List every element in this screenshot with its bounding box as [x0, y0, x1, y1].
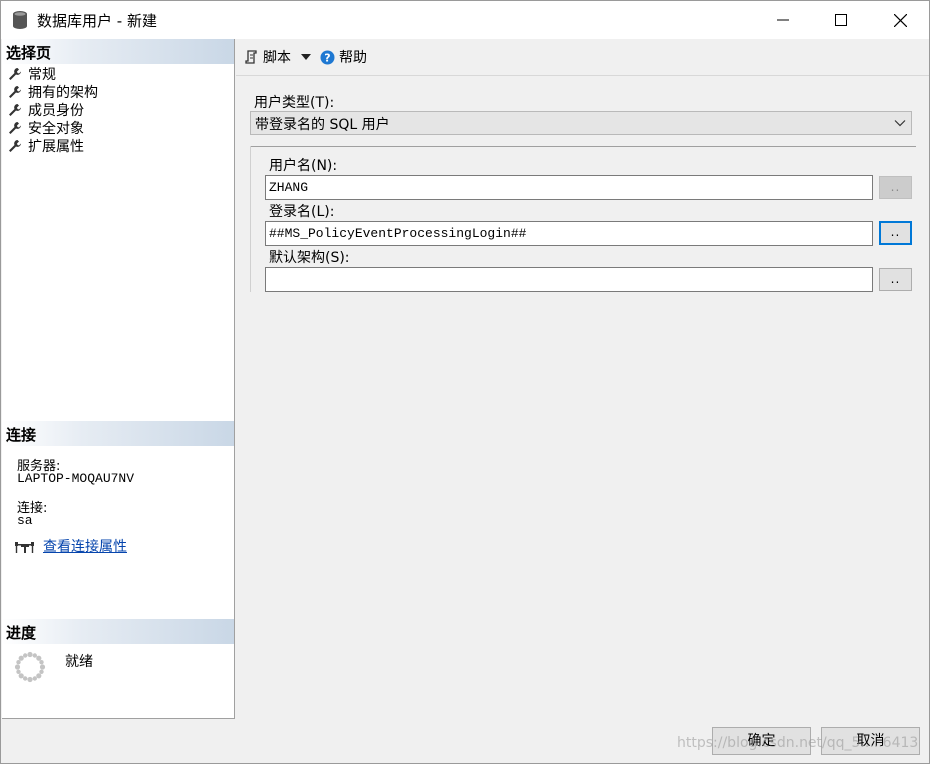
view-connection-properties-link[interactable]: 查看连接属性 [43, 536, 127, 556]
username-browse-button[interactable]: .. [879, 176, 912, 199]
dialog-window: 数据库用户 - 新建 选择页 常规 拥有的架构 成员身份 安全对象 扩展属性 连… [0, 0, 930, 764]
default-schema-label: 默认架构(S): [269, 250, 350, 266]
wrench-icon [9, 122, 21, 134]
maximize-icon [835, 14, 847, 26]
select-page-header: 选择页 [2, 39, 234, 64]
page-item-extended-properties[interactable]: 扩展属性 [8, 137, 98, 155]
username-input[interactable]: ZHANG [265, 175, 873, 200]
progress-status: 就绪 [65, 654, 93, 670]
script-button[interactable]: 脚本 [243, 47, 311, 67]
dropdown-arrow-icon[interactable] [301, 53, 311, 61]
database-icon [13, 11, 27, 29]
title-bar: 数据库用户 - 新建 [1, 1, 929, 39]
window-title: 数据库用户 - 新建 [37, 12, 157, 30]
help-icon: ? [320, 50, 335, 64]
left-pane: 选择页 常规 拥有的架构 成员身份 安全对象 扩展属性 连接 服务器: LAPT… [2, 39, 235, 719]
group-divider [250, 146, 916, 147]
group-left-border [250, 146, 251, 292]
page-item-securables[interactable]: 安全对象 [8, 119, 98, 137]
wrench-icon [9, 104, 21, 116]
close-icon [893, 13, 907, 27]
wrench-icon [9, 68, 21, 80]
page-list: 常规 拥有的架构 成员身份 安全对象 扩展属性 [8, 65, 98, 155]
minimize-button[interactable] [754, 1, 812, 39]
chevron-down-icon [894, 120, 906, 127]
login-browse-button[interactable]: .. [879, 221, 912, 245]
help-label: 帮助 [339, 50, 367, 66]
toolbar: 脚本 ? 帮助 [236, 39, 929, 76]
page-item-label: 安全对象 [28, 121, 84, 137]
close-button[interactable] [871, 1, 929, 39]
wrench-icon [9, 140, 21, 152]
progress-spinner-icon [14, 651, 46, 683]
user-type-value: 带登录名的 SQL 用户 [255, 117, 390, 133]
general-page-content: 用户类型(T): 带登录名的 SQL 用户 用户名(N): ZHANG .. 登… [236, 76, 929, 719]
watermark-text: https://blog.csdn.net/qq_5.....6413 [677, 735, 919, 751]
minimize-icon [777, 19, 789, 21]
page-item-membership[interactable]: 成员身份 [8, 101, 98, 119]
script-label: 脚本 [263, 50, 291, 66]
page-item-label: 常规 [28, 67, 56, 83]
maximize-button[interactable] [812, 1, 870, 39]
default-schema-input[interactable] [265, 267, 873, 292]
login-name-label: 登录名(L): [269, 204, 335, 220]
wrench-icon [9, 86, 21, 98]
connection-properties-icon [15, 542, 34, 553]
svg-text:?: ? [324, 51, 330, 64]
page-item-label: 扩展属性 [28, 139, 84, 155]
user-type-label: 用户类型(T): [254, 95, 335, 111]
script-icon [245, 50, 257, 64]
server-value: LAPTOP-MOQAU7NV [17, 471, 135, 486]
page-item-label: 拥有的架构 [28, 85, 98, 101]
page-item-label: 成员身份 [28, 103, 84, 119]
page-item-owned-schemas[interactable]: 拥有的架构 [8, 83, 98, 101]
username-label: 用户名(N): [269, 158, 338, 174]
schema-browse-button[interactable]: .. [879, 268, 912, 291]
help-button[interactable]: ? 帮助 [320, 47, 367, 67]
progress-header: 进度 [2, 619, 234, 644]
connection-header: 连接 [2, 421, 234, 446]
user-type-dropdown[interactable]: 带登录名的 SQL 用户 [250, 111, 912, 135]
login-name-input[interactable]: ##MS_PolicyEventProcessingLogin## [265, 221, 873, 246]
page-item-general[interactable]: 常规 [8, 65, 98, 83]
connection-value: sa [17, 513, 33, 528]
